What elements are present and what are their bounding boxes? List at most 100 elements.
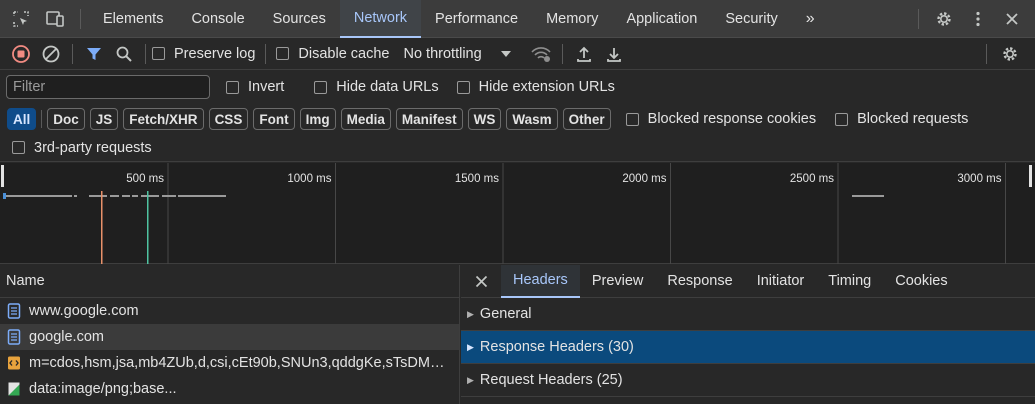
more-options-icon[interactable]	[961, 0, 995, 38]
timeline-tick-label: 1500 ms	[455, 173, 499, 185]
close-icon[interactable]	[995, 0, 1029, 38]
tab-headers[interactable]: Headers	[501, 264, 580, 298]
type-filter-font[interactable]: Font	[253, 108, 295, 130]
checkbox-box[interactable]	[12, 141, 25, 154]
timeline-selection-start-handle[interactable]	[1, 165, 4, 187]
tab-security[interactable]: Security	[711, 0, 791, 38]
toolbar-separator	[986, 43, 987, 64]
tab-sources[interactable]: Sources	[259, 0, 340, 38]
close-details-button[interactable]	[461, 265, 501, 298]
checkbox-box[interactable]	[152, 47, 165, 60]
third-party-requests-checkbox[interactable]: 3rd-party requests	[12, 140, 152, 156]
hide-data-urls-checkbox[interactable]: Hide data URLs	[314, 79, 439, 95]
tab-response[interactable]: Response	[655, 265, 744, 298]
export-har-icon[interactable]	[599, 39, 629, 69]
clear-icon[interactable]	[36, 39, 66, 69]
timeline-selection-end-handle[interactable]	[1029, 165, 1032, 187]
dropdown-arrow-icon	[500, 50, 511, 57]
record-stop-icon[interactable]	[6, 39, 36, 69]
tab-network[interactable]: Network	[339, 0, 422, 38]
search-icon[interactable]	[109, 39, 139, 69]
tab-preview[interactable]: Preview	[580, 265, 656, 298]
tab-initiator[interactable]: Initiator	[745, 265, 817, 298]
checkbox-box[interactable]	[226, 80, 239, 94]
timeline-start-marker	[3, 193, 6, 199]
type-filter-ws[interactable]: WS	[467, 108, 502, 130]
image-icon	[8, 382, 20, 396]
filter-row: Invert Hide data URLs Hide extension URL…	[0, 70, 1035, 104]
blocked-response-cookies-label: Blocked response cookies	[647, 111, 817, 127]
preserve-log-checkbox[interactable]: Preserve log	[152, 46, 255, 62]
name-column-header[interactable]: Name	[0, 265, 459, 298]
hide-extension-urls-label: Hide extension URLs	[478, 79, 615, 95]
response-headers-section-header[interactable]: ▶ Response Headers (30)	[461, 331, 1035, 364]
type-filter-other[interactable]: Other	[562, 108, 611, 130]
request-headers-section-header[interactable]: ▶ Request Headers (25)	[461, 364, 1035, 397]
toolbar-separator	[561, 43, 563, 64]
timeline-request-bar	[852, 195, 884, 197]
document-icon	[7, 303, 21, 319]
checkbox-box[interactable]	[835, 112, 849, 126]
timeline-tick-label: 2000 ms	[622, 173, 666, 185]
checkbox-box[interactable]	[625, 112, 639, 126]
import-har-icon[interactable]	[569, 39, 599, 69]
hide-extension-urls-checkbox[interactable]: Hide extension URLs	[456, 79, 615, 95]
type-filter-js[interactable]: JS	[89, 108, 119, 130]
tab-timing[interactable]: Timing	[816, 265, 883, 298]
request-name: google.com	[29, 329, 104, 345]
type-filter-img[interactable]: Img	[299, 108, 336, 130]
filter-icon[interactable]	[79, 39, 109, 69]
invert-checkbox[interactable]: Invert	[226, 79, 284, 95]
request-row[interactable]: data:image/png;base...	[0, 376, 459, 402]
device-toolbar-icon[interactable]	[38, 0, 72, 38]
blocked-requests-checkbox[interactable]: Blocked requests	[835, 111, 968, 127]
tab-application[interactable]: Application	[612, 0, 711, 38]
network-settings-icon[interactable]	[995, 39, 1025, 69]
checkbox-box[interactable]	[456, 80, 470, 94]
chip-separator	[41, 110, 43, 128]
tab-console[interactable]: Console	[177, 0, 258, 38]
filter-input[interactable]	[6, 75, 210, 99]
type-filter-css[interactable]: CSS	[208, 108, 249, 130]
details-tab-bar: Headers Preview Response Initiator Timin…	[461, 264, 1035, 298]
tab-cookies[interactable]: Cookies	[883, 265, 959, 298]
type-filter-manifest[interactable]: Manifest	[395, 108, 463, 130]
type-filter-media[interactable]: Media	[340, 108, 391, 130]
network-overview-timeline[interactable]: 500 ms 1000 ms 1500 ms 2000 ms 2500 ms 3000 m…	[0, 163, 1035, 264]
timeline-request-bar	[6, 195, 72, 197]
checkbox-box[interactable]	[276, 47, 290, 60]
type-filter-all[interactable]: All	[7, 108, 37, 130]
type-filter-fetch-xhr[interactable]: Fetch/XHR	[123, 108, 204, 130]
general-section-header[interactable]: ▶ General	[461, 298, 1035, 331]
timeline-request-bar	[74, 195, 77, 197]
network-conditions-icon[interactable]	[526, 39, 556, 69]
tab-elements[interactable]: Elements	[89, 0, 177, 38]
type-filter-wasm[interactable]: Wasm	[506, 108, 558, 130]
more-tabs-button[interactable]: »	[792, 0, 827, 38]
settings-gear-icon[interactable]	[927, 0, 961, 38]
inspect-element-icon[interactable]	[4, 0, 38, 38]
throttling-select[interactable]: No throttling	[399, 46, 515, 62]
request-row[interactable]: google.com	[0, 324, 459, 350]
document-icon	[7, 329, 21, 345]
request-row[interactable]: www.google.com	[0, 298, 459, 324]
request-row[interactable]: m=cdos,hsm,jsa,mb4ZUb,d,csi,cEt90b,SNUn3…	[0, 350, 459, 376]
checkbox-box[interactable]	[314, 80, 328, 94]
third-party-row: 3rd-party requests	[0, 134, 1035, 162]
tab-separator	[80, 8, 81, 29]
type-filter-doc[interactable]: Doc	[47, 108, 85, 130]
toolbar-separator	[145, 43, 146, 64]
toolbar-separator	[72, 43, 73, 64]
timeline-svg: 500 ms 1000 ms 1500 ms 2000 ms 2500 ms 3000 m…	[1, 163, 1032, 264]
disable-cache-checkbox[interactable]: Disable cache	[276, 46, 389, 62]
tab-performance[interactable]: Performance	[421, 0, 532, 38]
request-name: www.google.com	[29, 303, 139, 319]
request-list: Name www.google.com google.com m=cdos,hs…	[0, 265, 460, 404]
expand-triangle-icon: ▶	[467, 341, 474, 352]
tab-memory[interactable]: Memory	[532, 0, 612, 38]
expand-triangle-icon: ▶	[467, 308, 474, 319]
network-toolbar: Preserve log Disable cache No throttling	[0, 38, 1035, 70]
blocked-response-cookies-checkbox[interactable]: Blocked response cookies	[625, 111, 817, 127]
timeline-request-bar	[122, 195, 130, 197]
section-title: Response Headers (30)	[479, 339, 634, 355]
